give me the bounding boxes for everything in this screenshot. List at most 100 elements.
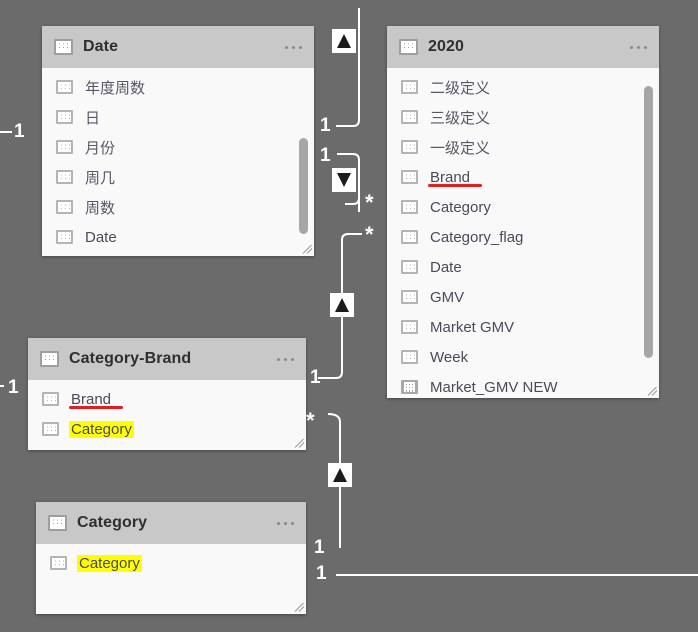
column-icon	[56, 80, 73, 94]
table-icon	[54, 39, 73, 55]
field-row[interactable]: Market_GMV NEW	[387, 372, 659, 398]
field-row[interactable]: 日	[42, 102, 314, 132]
field-row[interactable]: Brand	[28, 384, 306, 414]
field-label: Market_GMV NEW	[430, 378, 558, 396]
column-icon	[401, 140, 418, 154]
field-row[interactable]: Date	[42, 222, 314, 252]
table-card-category[interactable]: Category Category	[36, 502, 306, 614]
field-row[interactable]: 年度周数	[42, 72, 314, 102]
field-row[interactable]: 三级定义	[387, 102, 659, 132]
resize-grip[interactable]	[647, 386, 657, 396]
table-header-2020[interactable]: 2020	[387, 26, 659, 68]
table-card-date[interactable]: Date 年度周数 日 月份 周几 周数 Date	[42, 26, 314, 256]
table-field-list-2020[interactable]: 二级定义 三级定义 一级定义 Brand Category Category_f…	[387, 68, 659, 398]
field-row[interactable]: 一级定义	[387, 132, 659, 162]
cardinality-marker: 1	[316, 563, 327, 584]
cross-filter-arrow-4	[328, 463, 352, 487]
cardinality-marker: *	[306, 408, 315, 433]
table-card-2020[interactable]: 2020 二级定义 三级定义 一级定义 Brand Category Categ…	[387, 26, 659, 398]
column-icon	[401, 110, 418, 124]
field-label: Date	[85, 228, 117, 246]
cardinality-marker: 1	[310, 367, 321, 388]
column-icon	[401, 350, 418, 364]
field-label: Market GMV	[430, 318, 515, 336]
column-icon	[401, 320, 418, 334]
cardinality-marker: 1	[314, 537, 325, 558]
column-icon	[42, 392, 59, 406]
resize-grip[interactable]	[294, 602, 304, 612]
column-icon	[56, 140, 73, 154]
column-icon	[42, 422, 59, 436]
table-field-list-category[interactable]: Category	[36, 544, 306, 614]
table-title: Category	[77, 514, 148, 531]
column-icon	[401, 200, 418, 214]
table-more-menu-icon[interactable]	[277, 521, 296, 525]
field-row[interactable]: Category	[387, 192, 659, 222]
field-row[interactable]: Week	[387, 342, 659, 372]
relationship-line-categorybrand-2020	[318, 233, 349, 379]
field-label: 三级定义	[430, 109, 491, 127]
table-header-category-brand[interactable]: Category-Brand	[28, 338, 306, 380]
field-row[interactable]: Category	[36, 548, 306, 578]
column-icon	[50, 556, 67, 570]
field-row[interactable]: Market GMV	[387, 312, 659, 342]
field-row[interactable]: 周数	[42, 192, 314, 222]
field-label: GMV	[430, 288, 465, 306]
table-title: Date	[83, 38, 119, 55]
table-more-menu-icon[interactable]	[285, 45, 304, 49]
table-icon	[399, 39, 418, 55]
column-icon	[401, 170, 418, 184]
field-row[interactable]: GMV	[387, 282, 659, 312]
cardinality-marker: 1	[320, 145, 331, 166]
field-row[interactable]: Date	[387, 252, 659, 282]
field-label: Category	[430, 198, 491, 216]
table-title: Category-Brand	[69, 350, 192, 367]
field-label: Brand	[428, 168, 483, 187]
field-row[interactable]: 二级定义	[387, 72, 659, 102]
table-header-category[interactable]: Category	[36, 502, 306, 544]
table-field-list-date[interactable]: 年度周数 日 月份 周几 周数 Date	[42, 68, 314, 256]
vertical-scrollbar[interactable]	[299, 138, 308, 234]
field-label: 周数	[85, 199, 116, 217]
cross-filter-arrow-3	[330, 293, 354, 317]
field-label: 一级定义	[430, 139, 491, 157]
resize-grip[interactable]	[302, 244, 312, 254]
field-row[interactable]: Category_flag	[387, 222, 659, 252]
field-label: 年度周数	[85, 79, 146, 97]
field-label: Brand	[69, 390, 124, 409]
column-icon	[401, 230, 418, 244]
model-diagram-canvas[interactable]: 1 1 1 * * 1 1 * 1 1 Date 年度周数 日 月份 周几 周数…	[0, 0, 698, 632]
table-field-list-category-brand[interactable]: Brand Category	[28, 380, 306, 450]
cardinality-marker: 1	[14, 121, 25, 142]
field-row[interactable]: Category	[28, 414, 306, 444]
field-label: 月份	[85, 139, 116, 157]
field-row[interactable]: 周几	[42, 162, 314, 192]
field-label: Category	[69, 420, 134, 438]
cardinality-marker: *	[365, 222, 374, 247]
table-icon	[48, 515, 67, 531]
column-icon	[56, 110, 73, 124]
resize-grip[interactable]	[294, 438, 304, 448]
field-label: Category	[77, 554, 142, 572]
field-label: 日	[85, 109, 101, 127]
field-row[interactable]: 月份	[42, 132, 314, 162]
table-icon	[40, 351, 59, 367]
field-label: Week	[430, 348, 469, 366]
table-more-menu-icon[interactable]	[277, 357, 296, 361]
field-label: Category_flag	[430, 228, 524, 246]
field-label: Date	[430, 258, 462, 276]
table-header-date[interactable]: Date	[42, 26, 314, 68]
column-icon	[401, 290, 418, 304]
table-card-category-brand[interactable]: Category-Brand Brand Category	[28, 338, 306, 450]
table-title: 2020	[428, 38, 464, 55]
column-icon	[56, 170, 73, 184]
cardinality-marker: 1	[8, 377, 19, 398]
column-icon	[401, 260, 418, 274]
vertical-scrollbar[interactable]	[644, 86, 653, 358]
relationship-line-date-2020-top	[336, 8, 360, 127]
cardinality-marker: *	[365, 190, 374, 215]
table-more-menu-icon[interactable]	[630, 45, 649, 49]
relationship-line-category-categorybrand	[327, 413, 341, 548]
column-icon	[56, 230, 73, 244]
field-row[interactable]: Brand	[387, 162, 659, 192]
